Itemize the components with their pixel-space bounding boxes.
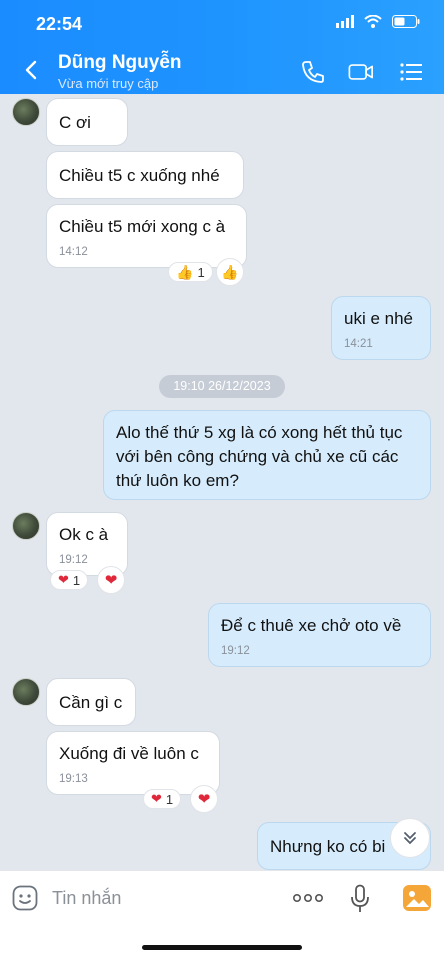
sticker-emoji-icon[interactable] [12, 885, 38, 911]
signal-icon [336, 15, 354, 28]
message-time: 19:12 [221, 645, 250, 657]
avatar[interactable] [12, 678, 40, 706]
heart-icon: ❤ [151, 791, 162, 806]
message-input[interactable]: Tin nhắn [52, 888, 121, 909]
phone-call-icon[interactable] [300, 59, 326, 85]
message-text: Để c thuê xe chở oto về [221, 616, 402, 635]
menu-list-icon[interactable] [398, 59, 424, 85]
status-time: 22:54 [36, 14, 83, 34]
react-heart-button[interactable]: ❤ [97, 566, 125, 594]
message-incoming[interactable]: Chiều t5 mới xong c à 14:12 [46, 204, 247, 268]
battery-icon [392, 15, 420, 28]
scroll-to-bottom-button[interactable] [390, 818, 430, 858]
reaction-summary[interactable]: ❤ 1 [50, 570, 89, 590]
reaction-summary[interactable]: ❤ 1 [143, 789, 182, 809]
heart-icon: ❤ [197, 791, 211, 808]
message-time: 19:12 [59, 554, 88, 566]
message-text: Alo thế thứ 5 xg là có xong hết thủ tục … [116, 423, 403, 490]
contact-name[interactable]: Dũng Nguyễn [58, 52, 182, 74]
react-thumbs-up-button[interactable]: 👍 [216, 258, 244, 286]
home-indicator [142, 945, 302, 950]
reaction-count: 1 [72, 572, 81, 588]
message-incoming[interactable]: Cần gì c [46, 678, 136, 726]
message-text: Chiều t5 c xuống nhé [59, 166, 220, 185]
thumbs-up-icon: 👍 [176, 263, 194, 280]
message-text: Cần gì c [59, 693, 123, 712]
more-options-icon[interactable] [293, 893, 323, 903]
double-chevron-down-icon [404, 832, 416, 845]
avatar[interactable] [12, 98, 40, 126]
reaction-count: 1 [165, 791, 174, 807]
message-text: uki e nhé [344, 309, 413, 328]
date-separator: 19:10 26/12/2023 [159, 375, 285, 398]
message-incoming[interactable]: C ơi [46, 98, 128, 146]
avatar[interactable] [12, 512, 40, 540]
message-text: Chiều t5 mới xong c à [59, 217, 226, 236]
message-time: 14:12 [59, 246, 88, 258]
contact-status: Vừa mới truy cập [58, 76, 159, 91]
message-incoming[interactable]: Chiều t5 c xuống nhé [46, 151, 244, 199]
message-text: C ơi [59, 113, 91, 132]
message-time: 19:13 [59, 773, 88, 785]
wifi-icon [364, 15, 382, 28]
message-outgoing[interactable]: Alo thế thứ 5 xg là có xong hết thủ tục … [103, 410, 431, 500]
message-input-bar: Tin nhắn [0, 870, 444, 961]
thumbs-up-icon: 👍 [221, 263, 239, 280]
image-gallery-icon[interactable] [403, 885, 431, 911]
heart-icon: ❤ [58, 572, 69, 587]
video-call-icon[interactable] [348, 59, 374, 85]
chat-header: 22:54 Dũng Nguyễn Vừa mới truy cập [0, 0, 444, 94]
message-outgoing[interactable]: uki e nhé 14:21 [331, 296, 431, 360]
reaction-summary[interactable]: 👍 1 [168, 262, 213, 282]
message-text: Ok c à [59, 525, 109, 544]
message-text: Xuống đi về luôn c [59, 744, 199, 763]
microphone-icon[interactable] [350, 884, 370, 914]
message-time: 14:21 [344, 338, 373, 350]
heart-icon: ❤ [104, 572, 118, 589]
react-heart-button[interactable]: ❤ [190, 785, 218, 813]
message-text: Nhưng ko có bi [270, 837, 386, 856]
reaction-count: 1 [197, 264, 205, 280]
status-icons [336, 15, 420, 28]
back-arrow-icon[interactable] [20, 58, 44, 82]
message-outgoing[interactable]: Để c thuê xe chở oto về 19:12 [208, 603, 431, 667]
message-incoming[interactable]: Xuống đi về luôn c 19:13 [46, 731, 220, 795]
